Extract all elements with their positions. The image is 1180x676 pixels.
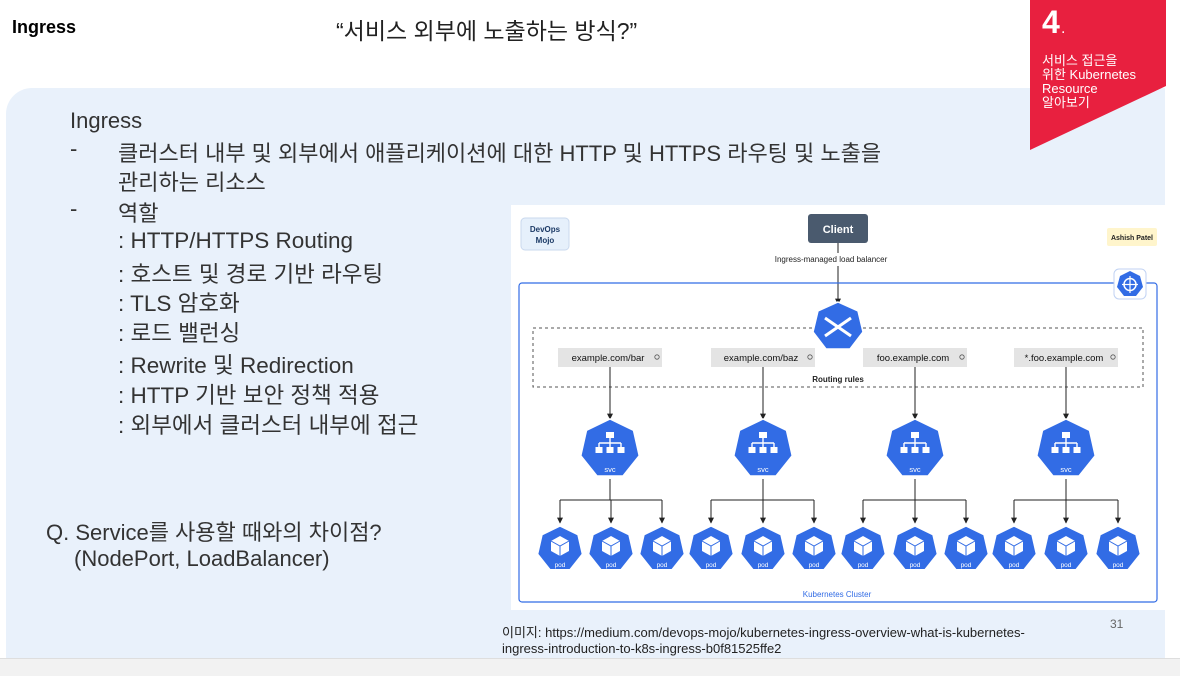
pod-label: pod xyxy=(758,562,769,569)
routing-rules-label: Routing rules xyxy=(812,375,864,384)
slide-number: 31 xyxy=(1110,617,1124,631)
svc-icon: svc xyxy=(884,418,946,477)
bullet-dash: - xyxy=(70,196,78,221)
kubernetes-icon xyxy=(1113,268,1147,300)
pod-label: pod xyxy=(706,562,717,569)
svc-label: svc xyxy=(1060,465,1072,474)
pod-label: pod xyxy=(809,562,820,569)
question-line: (NodePort, LoadBalancer) xyxy=(74,546,330,571)
role-item: : 호스트 및 경로 기반 라우팅 xyxy=(118,262,384,287)
footer-strip xyxy=(0,658,1180,676)
slide-headline: “서비스 외부에 노출하는 방식?” xyxy=(336,18,638,44)
pod-label: pod xyxy=(1061,562,1072,569)
ingress-diagram: DevOps Mojo Ashish Patel Client Ingress-… xyxy=(511,205,1167,610)
logo-text: DevOps xyxy=(530,225,561,234)
section-caption-line: Resource xyxy=(1042,81,1098,96)
pod-label: pod xyxy=(657,562,668,569)
pod-label: pod xyxy=(1009,562,1020,569)
pod-icon: pod xyxy=(536,525,584,571)
body-heading: Ingress xyxy=(70,108,143,133)
logo-text: Mojo xyxy=(536,236,555,245)
lb-label: Ingress-managed load balancer xyxy=(775,255,888,264)
pod-icon: pod xyxy=(638,525,686,571)
bullet-text-line: 클러스터 내부 및 외부에서 애플리케이션에 대한 HTTP 및 HTTPS 라… xyxy=(118,141,882,166)
section-caption: 서비스 접근을 위한 Kubernetes Resource 알아보기 xyxy=(1042,54,1162,110)
services-layer: svc svc svc svc xyxy=(557,418,1121,524)
caption-line: ingress-introduction-to-k8s-ingress-b0f8… xyxy=(502,641,782,656)
pod-icon: pod xyxy=(790,525,838,571)
route-label: example.com/baz xyxy=(724,353,799,364)
pod-icon: pod xyxy=(739,525,787,571)
pod-icon: pod xyxy=(1042,525,1090,571)
bullet-text-line: 역할 xyxy=(118,201,159,226)
route-label: foo.example.com xyxy=(877,353,949,364)
section-caption-line: 알아보기 xyxy=(1042,95,1090,110)
devops-mojo-logo: DevOps Mojo xyxy=(520,217,570,251)
pod-icon: pod xyxy=(839,525,887,571)
question-line: Q. Service를 사용할 때와의 차이점? xyxy=(46,520,382,545)
bullet-dash: - xyxy=(70,136,78,161)
image-source-caption: 이미지: https://medium.com/devops-mojo/kube… xyxy=(502,625,1025,657)
role-item: : Rewrite 및 Redirection xyxy=(118,353,354,378)
pods-layer: pod pod pod pod pod pod pod pod pod pod pod pod xyxy=(536,525,1142,571)
route-label: example.com/bar xyxy=(572,353,645,364)
caption-line: 이미지: https://medium.com/devops-mojo/kube… xyxy=(502,625,1025,640)
role-item: : HTTP/HTTPS Routing xyxy=(118,228,354,253)
role-item: : 로드 밸런싱 xyxy=(118,321,241,346)
section-caption-line: 위한 Kubernetes xyxy=(1042,67,1137,82)
svc-label: svc xyxy=(757,465,769,474)
section-caption-line: 서비스 접근을 xyxy=(1042,53,1118,68)
pod-label: pod xyxy=(606,562,617,569)
pod-icon: pod xyxy=(1094,525,1142,571)
pod-label: pod xyxy=(858,562,869,569)
pod-icon: pod xyxy=(942,525,990,571)
author-tag: Ashish Patel xyxy=(1111,235,1153,242)
pod-label: pod xyxy=(555,562,566,569)
cluster-label: Kubernetes Cluster xyxy=(803,590,872,599)
pod-icon: pod xyxy=(990,525,1038,571)
svc-icon: svc xyxy=(579,418,641,477)
pod-icon: pod xyxy=(687,525,735,571)
client-label: Client xyxy=(823,224,854,236)
pod-icon: pod xyxy=(891,525,939,571)
role-item: : HTTP 기반 보안 정책 적용 xyxy=(118,383,380,408)
ingress-icon: ing xyxy=(812,301,864,359)
role-item: : 외부에서 클러스터 내부에 접근 xyxy=(118,413,419,438)
pod-label: pod xyxy=(1113,562,1124,569)
bullet-text-line: 관리하는 리소스 xyxy=(118,170,266,195)
page-title: Ingress xyxy=(12,17,77,37)
section-number: 4 xyxy=(1042,4,1060,40)
pod-label: pod xyxy=(961,562,972,569)
svc-label: svc xyxy=(909,465,921,474)
svc-icon: svc xyxy=(1035,418,1097,477)
pod-label: pod xyxy=(910,562,921,569)
svc-icon: svc xyxy=(732,418,794,477)
svc-label: svc xyxy=(604,465,616,474)
section-number-dot: . xyxy=(1061,20,1066,37)
role-item: : TLS 암호화 xyxy=(118,291,240,316)
ing-label: ing xyxy=(833,350,844,359)
route-label: *.foo.example.com xyxy=(1025,353,1104,364)
pod-icon: pod xyxy=(587,525,635,571)
